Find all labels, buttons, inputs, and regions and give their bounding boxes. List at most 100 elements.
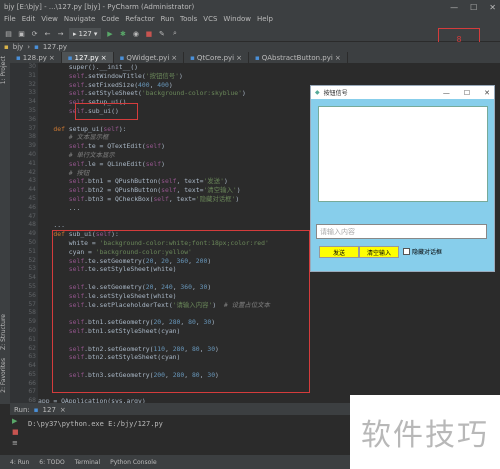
menu-help[interactable]: Help bbox=[257, 15, 273, 25]
save-icon[interactable]: ▣ bbox=[17, 29, 26, 38]
back-icon[interactable]: ← bbox=[43, 29, 52, 38]
hide-dialog-checkbox[interactable]: 隐藏对话框 bbox=[403, 247, 442, 256]
run-tab-label[interactable]: Run: bbox=[14, 406, 30, 414]
window-title: bjy [E:\bjy] - ...\127.py [bjy] - PyChar… bbox=[4, 3, 195, 11]
minimize-icon[interactable]: — bbox=[450, 3, 458, 12]
tab-128[interactable]: ▪ 128.py × bbox=[10, 52, 62, 63]
qt-app-window: ◆ 按钮信号 — ☐ ✕ 请输入内容 发送 清空输入 隐藏对话框 bbox=[310, 85, 495, 272]
rerun-icon[interactable]: ▶ bbox=[12, 417, 19, 425]
bottom-tab-python-console[interactable]: Python Console bbox=[110, 459, 157, 466]
stub-file-icon: ▪ bbox=[190, 53, 195, 62]
line-number: 43 bbox=[28, 177, 36, 185]
line-number: 58 bbox=[28, 309, 36, 317]
qt-close-icon[interactable]: ✕ bbox=[484, 89, 490, 97]
run-config-select[interactable]: ▸ 127 ▾ bbox=[69, 28, 102, 39]
stop-run-icon[interactable]: ■ bbox=[12, 428, 19, 436]
line-number: 50 bbox=[28, 238, 36, 246]
structure-tool-tab[interactable]: Z: Structure bbox=[0, 314, 7, 350]
line-number: 61 bbox=[28, 335, 36, 343]
folder-icon: ▪ bbox=[4, 43, 9, 51]
close-icon[interactable]: ✕ bbox=[489, 3, 496, 12]
sync-icon[interactable]: ⟳ bbox=[30, 29, 39, 38]
menu-run[interactable]: Run bbox=[161, 15, 174, 25]
code-line[interactable]: self.setWindowTitle('按钮信号') bbox=[38, 72, 500, 81]
forward-icon[interactable]: → bbox=[56, 29, 65, 38]
code-line[interactable]: super().__init__() bbox=[38, 63, 500, 72]
debug-icon[interactable]: ✱ bbox=[118, 29, 127, 38]
line-number: 56 bbox=[28, 291, 36, 299]
bottom-tab-terminal[interactable]: Terminal bbox=[75, 459, 100, 466]
breadcrumb-file[interactable]: 127.py bbox=[43, 43, 67, 51]
line-number: 46 bbox=[28, 203, 36, 211]
checkbox-box[interactable] bbox=[403, 248, 410, 255]
qt-app-icon: ◆ bbox=[315, 89, 320, 96]
settings-icon[interactable]: ✎ bbox=[157, 29, 166, 38]
line-number: 62 bbox=[28, 344, 36, 352]
run-output: D:\py37\python.exe E:/bjy/127.py bbox=[28, 420, 163, 428]
qt-maximize-icon[interactable]: ☐ bbox=[464, 89, 470, 97]
line-number: 54 bbox=[28, 274, 36, 282]
run-icon[interactable]: ▶ bbox=[105, 29, 114, 38]
line-number: 33 bbox=[28, 89, 36, 97]
stop-icon[interactable]: ■ bbox=[144, 29, 153, 38]
line-number: 40 bbox=[28, 150, 36, 158]
project-tool-tab[interactable]: 1: Project bbox=[0, 56, 7, 84]
open-folder-icon[interactable]: ▤ bbox=[4, 29, 13, 38]
toolbar: ▤ ▣ ⟳ ← → ▸ 127 ▾ ▶ ✱ ◉ ■ ✎ ⌕ bbox=[0, 26, 500, 42]
qt-minimize-icon[interactable]: — bbox=[443, 89, 450, 97]
python-file-icon: ▪ bbox=[34, 43, 39, 51]
line-number: 31 bbox=[28, 71, 36, 79]
qt-titlebar: ◆ 按钮信号 — ☐ ✕ bbox=[311, 86, 494, 99]
line-number: 30 bbox=[28, 63, 36, 70]
menu-refactor[interactable]: Refactor bbox=[125, 15, 154, 25]
line-number: 44 bbox=[28, 186, 36, 194]
favorites-tool-tab[interactable]: 2: Favorites bbox=[0, 358, 7, 393]
send-button[interactable]: 发送 bbox=[319, 246, 359, 258]
menu-vcs[interactable]: VCS bbox=[203, 15, 217, 25]
line-number: 48 bbox=[28, 221, 36, 229]
tab-127[interactable]: ▪ 127.py × bbox=[61, 52, 114, 63]
line-number: 37 bbox=[28, 124, 36, 132]
line-number: 35 bbox=[28, 106, 36, 114]
checkbox-label: 隐藏对话框 bbox=[412, 249, 443, 256]
text-edit[interactable] bbox=[318, 106, 488, 202]
watermark: 软件技巧 bbox=[350, 395, 500, 469]
scroll-icon[interactable]: ≡ bbox=[12, 439, 19, 447]
line-number: 57 bbox=[28, 300, 36, 308]
menu-file[interactable]: File bbox=[4, 15, 16, 25]
coverage-icon[interactable]: ◉ bbox=[131, 29, 140, 38]
search-icon[interactable]: ⌕ bbox=[170, 29, 179, 38]
line-number: 38 bbox=[28, 133, 36, 141]
python-file-icon: ▪ bbox=[33, 405, 39, 414]
highlight-sub-ui-method bbox=[52, 230, 310, 393]
line-edit[interactable]: 请输入内容 bbox=[316, 224, 487, 239]
menu-tools[interactable]: Tools bbox=[180, 15, 197, 25]
maximize-icon[interactable]: ☐ bbox=[470, 3, 477, 12]
highlight-sub-ui-call bbox=[75, 103, 138, 120]
run-config-label: 127 bbox=[78, 29, 92, 38]
breadcrumb: ▪ bjy › ▪ 127.py bbox=[0, 42, 500, 52]
qt-window-title: 按钮信号 bbox=[323, 90, 348, 97]
tab-qwidget[interactable]: ▪ QWidget.pyi × bbox=[114, 52, 185, 63]
menu-edit[interactable]: Edit bbox=[22, 15, 36, 25]
python-file-icon: ▪ bbox=[16, 53, 21, 62]
tab-qabstractbutton[interactable]: ▪ QAbstractButton.pyi × bbox=[249, 52, 348, 63]
run-config-name[interactable]: 127 bbox=[43, 406, 56, 414]
menu-code[interactable]: Code bbox=[101, 15, 119, 25]
line-number: 64 bbox=[28, 362, 36, 370]
tab-label: QAbstractButton.pyi bbox=[261, 53, 333, 62]
stub-file-icon: ▪ bbox=[254, 53, 260, 62]
bottom-tab-run[interactable]: 4: Run bbox=[10, 459, 29, 466]
menu-window[interactable]: Window bbox=[223, 15, 251, 25]
menu-view[interactable]: View bbox=[41, 15, 58, 25]
tab-qtcore[interactable]: ▪ QtCore.pyi × bbox=[184, 52, 249, 63]
line-number: 59 bbox=[28, 318, 36, 326]
menu-bar: File Edit View Navigate Code Refactor Ru… bbox=[0, 14, 500, 26]
menu-navigate[interactable]: Navigate bbox=[64, 15, 95, 25]
tab-label: 127.py bbox=[74, 53, 99, 62]
editor-tabs: ▪ 128.py × ▪ 127.py × ▪ QWidget.pyi × ▪ QtCo… bbox=[10, 52, 500, 63]
bottom-tab-todo[interactable]: 6: TODO bbox=[39, 459, 64, 466]
python-file-icon: ▪ bbox=[67, 53, 73, 62]
clear-input-button[interactable]: 清空输入 bbox=[359, 246, 399, 258]
breadcrumb-project[interactable]: bjy bbox=[13, 43, 24, 51]
